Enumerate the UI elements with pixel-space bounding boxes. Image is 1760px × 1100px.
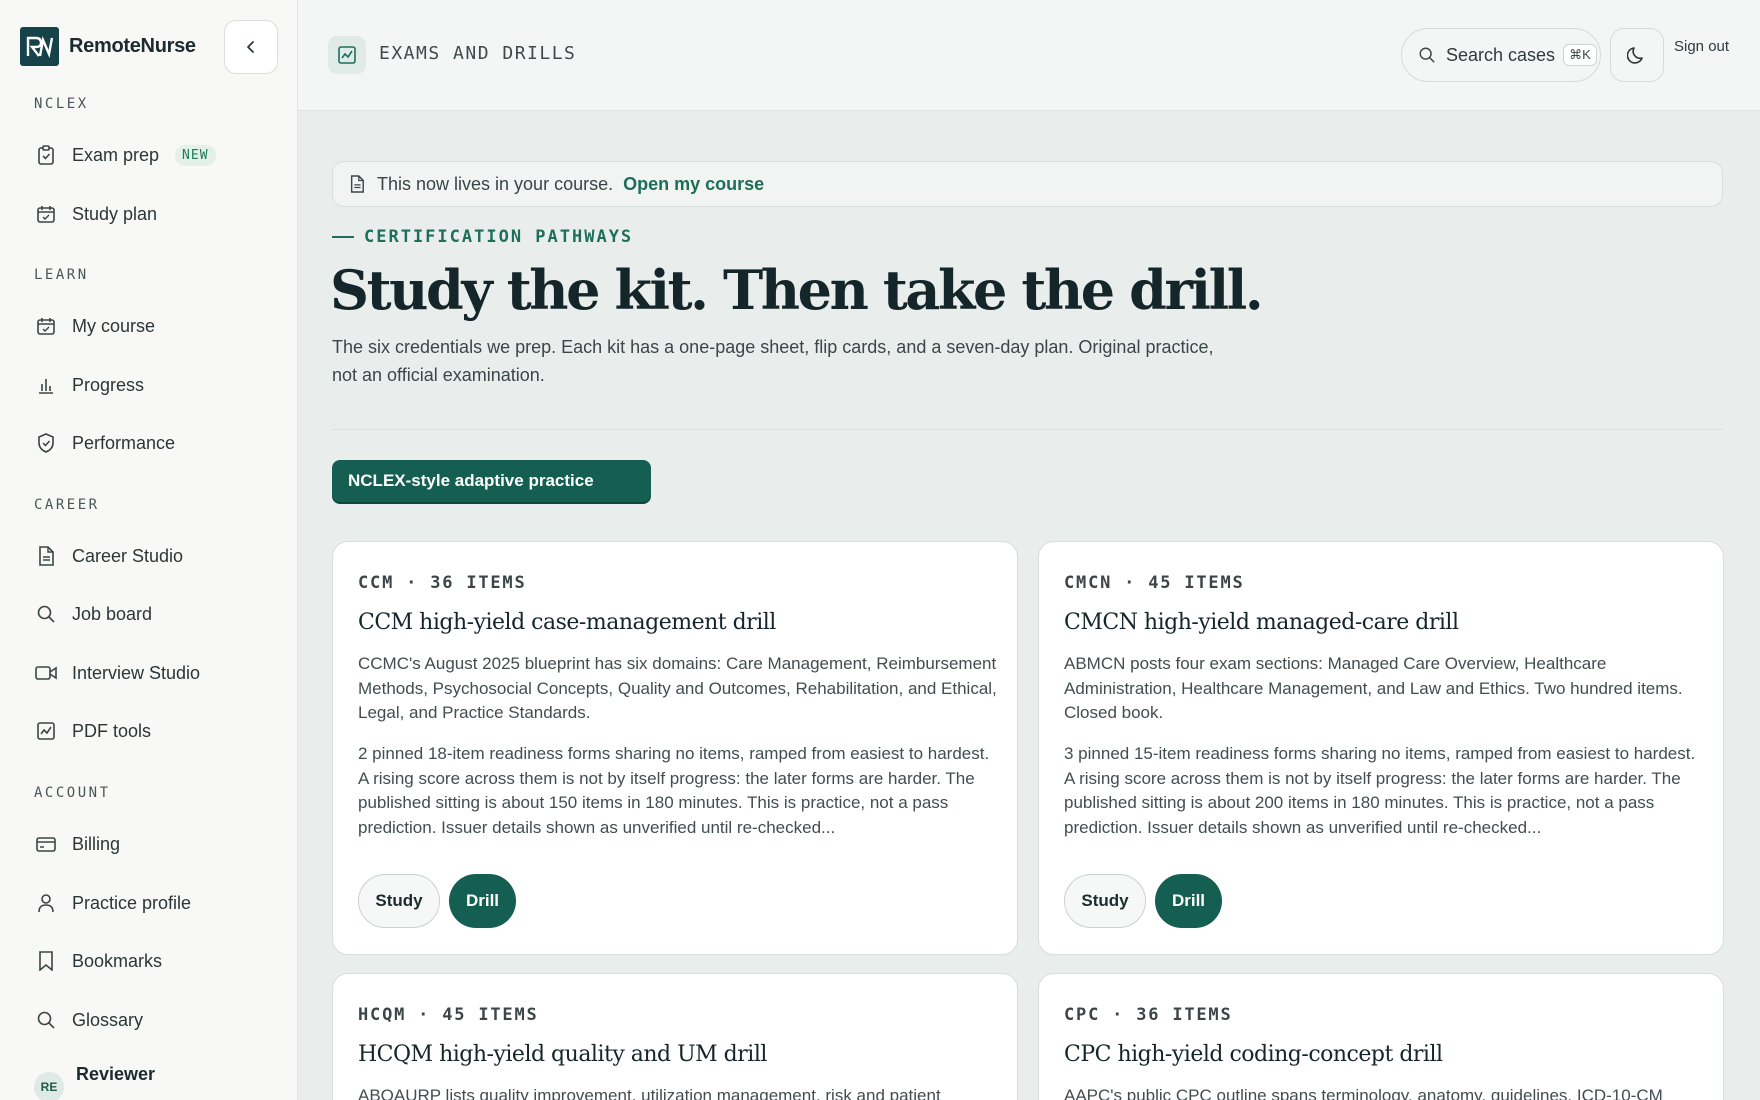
- card-description: AAPC's public CPC outline spans terminol…: [1064, 1086, 1663, 1100]
- sidebar-item-label: Bookmarks: [72, 950, 163, 971]
- sidebar-item-label: Career Studio: [72, 545, 184, 566]
- sidebar-item-study-plan[interactable]: Study plan: [34, 199, 157, 229]
- sidebar-item-label: Practice profile: [72, 892, 192, 913]
- sidebar-item-label: PDF tools: [72, 720, 152, 741]
- sidebar-item-label: Progress: [72, 374, 145, 395]
- exam-card-cpc: CPC · 36 ITEMS CPC high-yield coding-con…: [1038, 973, 1724, 1100]
- document-icon: [350, 175, 364, 193]
- sidebar-item-my-course[interactable]: My course: [34, 311, 155, 341]
- theme-toggle-button[interactable]: [1610, 28, 1664, 82]
- study-button[interactable]: Study: [358, 874, 440, 928]
- keyboard-shortcut: ⌘K: [1563, 44, 1597, 66]
- sidebar-item-pdf-tools[interactable]: PDF tools: [34, 716, 151, 746]
- collapse-sidebar-button[interactable]: [224, 20, 278, 74]
- calendar-icon: [34, 202, 58, 226]
- card-title: CMCN high-yield managed-care drill: [1064, 610, 1459, 635]
- moon-icon: [1627, 47, 1643, 64]
- sidebar-item-glossary[interactable]: Glossary: [34, 1005, 143, 1035]
- search-cases-button[interactable]: Search cases ⌘K: [1401, 28, 1601, 82]
- drill-button[interactable]: Drill: [449, 874, 516, 928]
- document-icon: [34, 544, 58, 568]
- credit-card-icon: [34, 832, 58, 856]
- user-icon: [34, 891, 58, 915]
- brand[interactable]: RemoteNurse: [20, 27, 196, 66]
- card-title: HCQM high-yield quality and UM drill: [358, 1042, 767, 1067]
- user-name: Reviewer: [76, 1063, 156, 1084]
- card-description: ABMCN posts four exam sections: Managed …: [1064, 654, 1683, 722]
- sidebar: RemoteNurse NCLEX Exam prep NEW Study pl…: [0, 0, 298, 1100]
- sidebar-item-label: Glossary: [72, 1009, 144, 1030]
- sidebar-item-label: Performance: [72, 432, 176, 453]
- sidebar-item-job-board[interactable]: Job board: [34, 599, 152, 629]
- sidebar-item-practice-profile[interactable]: Practice profile: [34, 888, 191, 918]
- nav-section-nclex: NCLEX: [34, 96, 89, 112]
- sidebar-item-billing[interactable]: Billing: [34, 829, 120, 859]
- search-label: Search cases: [1446, 44, 1556, 65]
- hero-subtitle: The six credentials we prep. Each kit ha…: [332, 337, 1214, 385]
- card-meta: HCQM · 45 ITEMS: [358, 1005, 539, 1025]
- open-my-course-link[interactable]: Open my course: [623, 174, 764, 195]
- bar-chart-icon: [34, 373, 58, 397]
- clipboard-check-icon: [34, 143, 58, 167]
- bookmark-icon: [34, 949, 58, 973]
- search-icon: [1419, 47, 1435, 63]
- sidebar-item-progress[interactable]: Progress: [34, 370, 144, 400]
- card-details: 3 pinned 15-item readiness forms sharing…: [1064, 744, 1696, 837]
- nav-section-learn: LEARN: [34, 267, 89, 283]
- sidebar-item-performance[interactable]: Performance: [34, 428, 175, 458]
- new-badge: NEW: [175, 144, 216, 166]
- eyebrow-dash: [332, 236, 354, 238]
- divider: [332, 429, 1723, 430]
- sidebar-item-label: Exam prep: [72, 144, 160, 165]
- brand-name: RemoteNurse: [69, 35, 196, 57]
- card-meta: CMCN · 45 ITEMS: [1064, 573, 1245, 593]
- main-content: This now lives in your course. Open my c…: [298, 111, 1760, 1100]
- course-notice: This now lives in your course. Open my c…: [332, 161, 1723, 207]
- section-eyebrow: CERTIFICATION PATHWAYS: [332, 227, 633, 247]
- card-description: ABQAURP lists quality improvement, utili…: [358, 1086, 941, 1100]
- notice-text: This now lives in your course.: [377, 173, 614, 194]
- card-meta: CPC · 36 ITEMS: [1064, 1005, 1233, 1025]
- card-meta: CCM · 36 ITEMS: [358, 573, 527, 593]
- drill-button[interactable]: Drill: [1155, 874, 1222, 928]
- card-details: 2 pinned 18-item readiness forms sharing…: [358, 744, 990, 837]
- sidebar-item-bookmarks[interactable]: Bookmarks: [34, 946, 162, 976]
- sign-out-link[interactable]: Sign out: [1674, 38, 1729, 55]
- sidebar-item-exam-prep[interactable]: Exam prep NEW: [34, 140, 216, 170]
- eyebrow-label: CERTIFICATION PATHWAYS: [364, 227, 634, 247]
- page-title: EXAMS AND DRILLS: [379, 43, 577, 64]
- search-icon: [34, 1008, 58, 1032]
- chevron-left-icon: [247, 41, 254, 53]
- chart-box-icon: [328, 36, 366, 74]
- adaptive-practice-button[interactable]: NCLEX-style adaptive practice: [332, 460, 651, 502]
- sidebar-item-interview-studio[interactable]: Interview Studio: [34, 658, 200, 688]
- sidebar-item-career-studio[interactable]: Career Studio: [34, 541, 183, 571]
- nav-section-account: ACCOUNT: [34, 785, 111, 801]
- sidebar-item-label: Job board: [72, 603, 153, 624]
- study-button[interactable]: Study: [1064, 874, 1146, 928]
- sidebar-item-label: Billing: [72, 833, 121, 854]
- video-camera-icon: [34, 661, 58, 685]
- nav-section-career: CAREER: [34, 497, 100, 513]
- sidebar-item-label: Study plan: [72, 203, 158, 224]
- card-title: CCM high-yield case-management drill: [358, 610, 776, 635]
- hero-title: Study the kit. Then take the drill.: [330, 258, 1264, 322]
- shield-check-icon: [34, 431, 58, 455]
- sidebar-item-label: My course: [72, 315, 156, 336]
- avatar: RE: [34, 1072, 64, 1100]
- top-bar: EXAMS AND DRILLS Search cases ⌘K Sign ou…: [298, 0, 1760, 111]
- brand-logo: [20, 27, 59, 66]
- exam-card-hcqm: HCQM · 45 ITEMS HCQM high-yield quality …: [332, 973, 1018, 1100]
- exam-card-cmcn: CMCN · 45 ITEMS CMCN high-yield managed-…: [1038, 541, 1724, 955]
- chart-box-icon: [34, 719, 58, 743]
- card-title: CPC high-yield coding-concept drill: [1064, 1042, 1443, 1067]
- card-description: CCMC's August 2025 blueprint has six dom…: [358, 654, 997, 722]
- user-menu[interactable]: RE Reviewer: [34, 1064, 155, 1100]
- search-icon: [34, 602, 58, 626]
- sidebar-item-label: Interview Studio: [72, 662, 201, 683]
- exam-card-ccm: CCM · 36 ITEMS CCM high-yield case-manag…: [332, 541, 1018, 955]
- calendar-icon: [34, 314, 58, 338]
